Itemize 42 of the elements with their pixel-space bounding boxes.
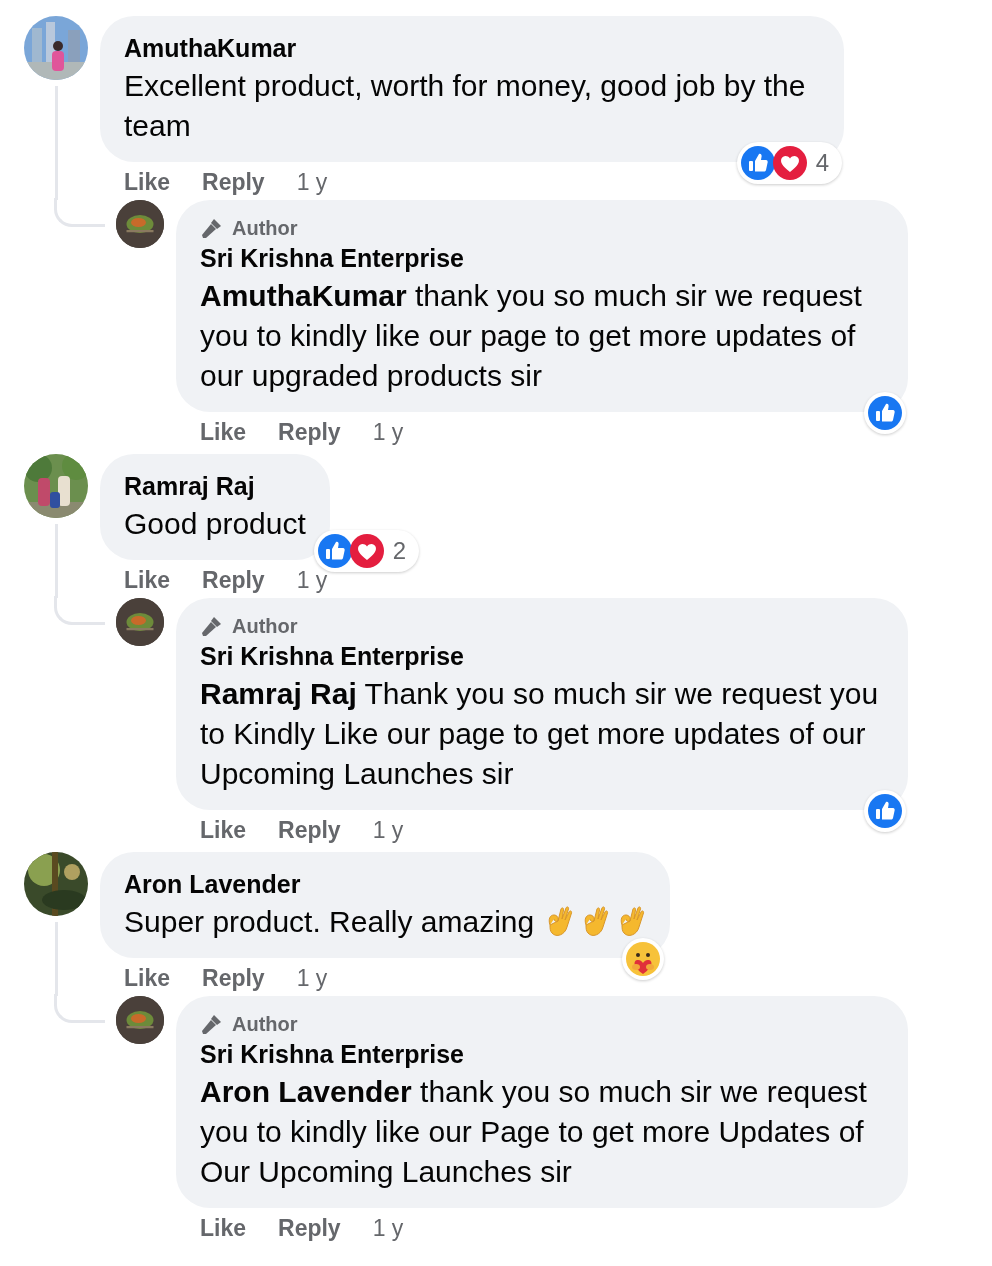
reply-text: Ramraj Raj Thank you so much sir we request you to Kindly Like our page to get more updates of our Upcoming Launches sir xyxy=(200,676,880,792)
like-link[interactable]: Like xyxy=(124,168,171,196)
reply-link[interactable]: Reply xyxy=(202,168,265,196)
reply-link[interactable]: Reply xyxy=(278,418,341,446)
like-link[interactable]: Like xyxy=(200,418,247,446)
thread-connector xyxy=(54,596,105,625)
commenter-name[interactable]: Ramraj Raj xyxy=(124,468,306,504)
reply-text: AmuthaKumar thank you so much sir we request you to kindly like our page to get more updates of our upgraded products sir xyxy=(200,278,863,394)
commenter-name[interactable]: Sri Krishna Enterprise xyxy=(200,240,884,276)
reply-link[interactable]: Reply xyxy=(278,1214,341,1242)
reaction-count: 2 xyxy=(391,537,408,565)
comment-time: 1 y xyxy=(296,964,328,992)
comment-time: 1 y xyxy=(372,418,404,446)
comment-text: Super product. Really amazing xyxy=(124,904,535,940)
like-link[interactable]: Like xyxy=(200,816,247,844)
author-label: Author xyxy=(232,614,298,638)
microphone-icon xyxy=(200,216,224,240)
commenter-name[interactable]: Sri Krishna Enterprise xyxy=(200,638,884,674)
comment-text: Good product xyxy=(124,506,306,542)
comment-time: 1 y xyxy=(296,168,328,196)
reply-link[interactable]: Reply xyxy=(202,964,265,992)
microphone-icon xyxy=(200,1012,224,1036)
reaction-count: 4 xyxy=(814,149,830,177)
thread-connector xyxy=(54,198,105,227)
reply-link[interactable]: Reply xyxy=(202,566,265,594)
commenter-name[interactable]: AmuthaKumar xyxy=(124,30,820,66)
like-link[interactable]: Like xyxy=(124,964,171,992)
reply-text: Aron Lavender thank you so much sir we request you to kindly like our Page to get more Updates of Our Upcoming Launches sir xyxy=(200,1074,868,1190)
thread-connector xyxy=(54,994,105,1023)
commenter-name[interactable]: Aron Lavender xyxy=(124,866,647,902)
comment-text: Excellent product, worth for money, good job by the team xyxy=(124,68,807,144)
microphone-icon xyxy=(200,614,224,638)
reply-link[interactable]: Reply xyxy=(278,816,341,844)
commenter-name[interactable]: Sri Krishna Enterprise xyxy=(200,1036,884,1072)
reactions-badge[interactable]: 2 xyxy=(313,530,420,572)
author-label: Author xyxy=(232,216,298,240)
like-link[interactable]: Like xyxy=(124,566,171,594)
comment-time: 1 y xyxy=(372,816,404,844)
like-link[interactable]: Like xyxy=(200,1214,247,1242)
reactions-badge[interactable]: 4 xyxy=(736,142,842,184)
author-label: Author xyxy=(232,1012,298,1036)
comment-time: 1 y xyxy=(372,1214,404,1242)
